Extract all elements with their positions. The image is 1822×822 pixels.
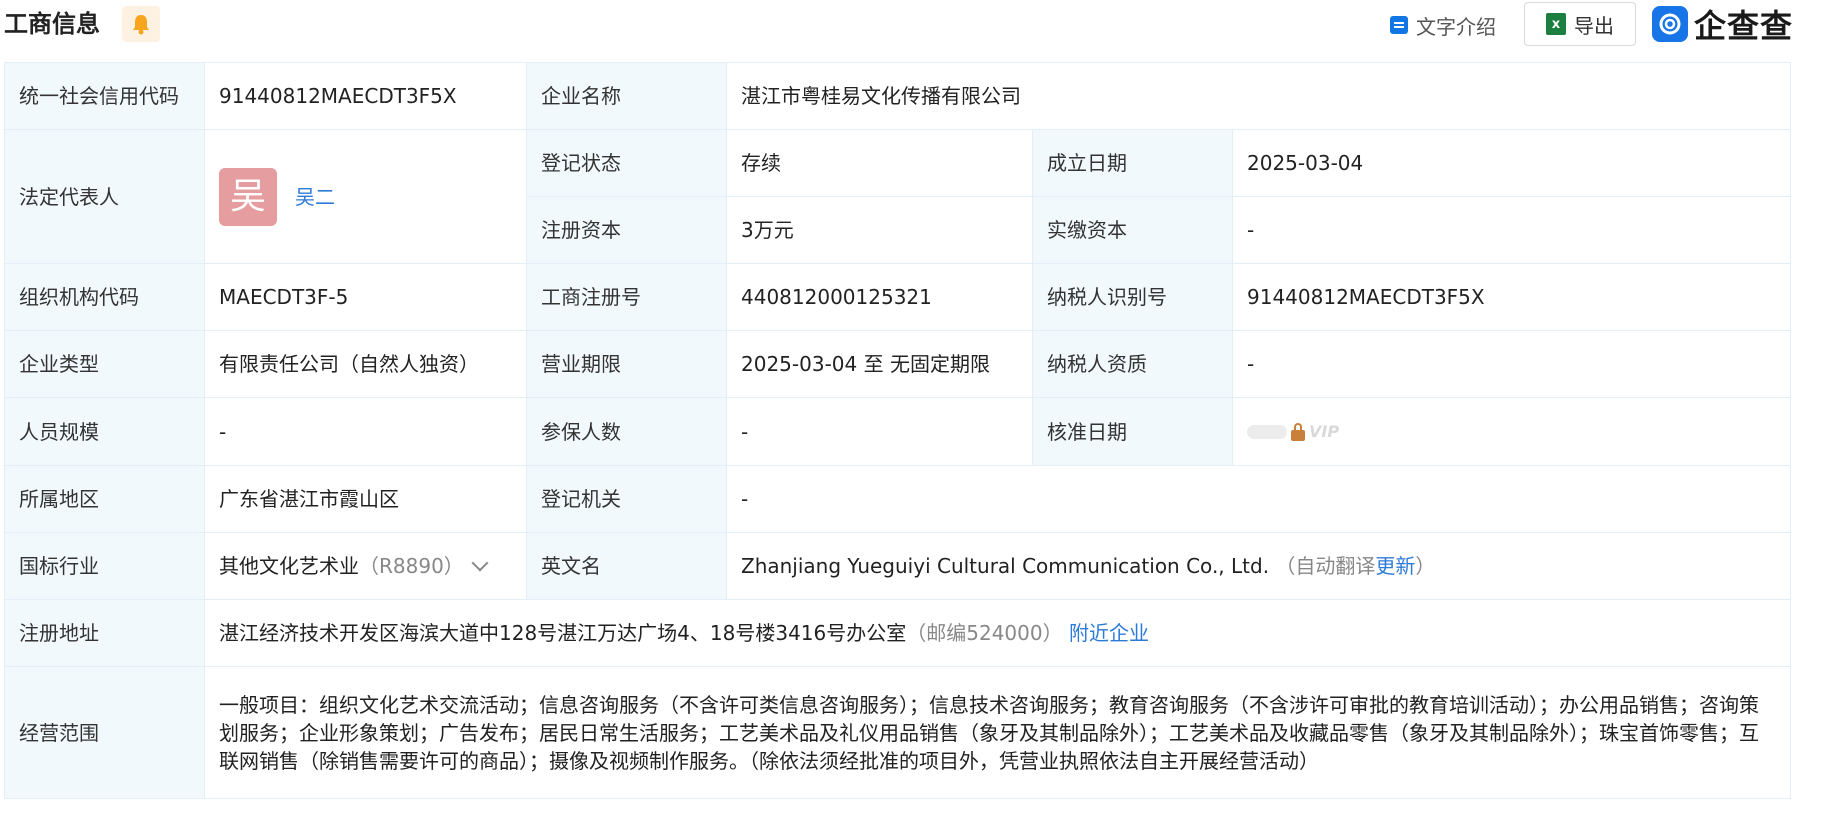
table-row: 所属地区 广东省湛江市霞山区 登记机关 - <box>4 465 1791 533</box>
section-header: 工商信息 文字介绍 x 导出 企查查 <box>0 0 1822 48</box>
taxpayer-qual-label: 纳税人资质 <box>1032 330 1233 398</box>
chevron-down-icon[interactable] <box>471 554 489 572</box>
company-type-label: 企业类型 <box>4 330 205 398</box>
lock-icon <box>1291 422 1305 441</box>
table-row: 企业类型 有限责任公司（自然人独资） 营业期限 2025-03-04 至 无固定… <box>4 330 1791 398</box>
credit-code-label: 统一社会信用代码 <box>4 62 205 130</box>
export-button[interactable]: x 导出 <box>1524 2 1636 46</box>
region-label: 所属地区 <box>4 465 205 533</box>
est-date-label: 成立日期 <box>1032 129 1233 197</box>
biz-term-value: 2025-03-04 至 无固定期限 <box>726 330 1033 398</box>
company-name-label: 企业名称 <box>526 62 727 130</box>
text-intro-label: 文字介绍 <box>1416 14 1496 39</box>
approval-date-label: 核准日期 <box>1032 397 1233 466</box>
section-title: 工商信息 <box>4 10 100 38</box>
reg-status-value: 存续 <box>726 129 1033 197</box>
biz-reg-no-label: 工商注册号 <box>526 263 727 331</box>
blurred-date <box>1247 424 1287 439</box>
biz-reg-no-value: 440812000125321 <box>726 263 1033 331</box>
reg-capital-value: 3万元 <box>726 196 1033 264</box>
legal-rep-link[interactable]: 吴二 <box>295 183 335 211</box>
brand-logo: 企查查 <box>1652 4 1794 45</box>
legal-rep-cell: 吴 吴二 <box>204 129 527 264</box>
reg-authority-value: - <box>726 465 1791 533</box>
industry-label: 国标行业 <box>4 532 205 600</box>
company-name-value: 湛江市粤桂易文化传播有限公司 <box>726 62 1791 130</box>
est-date-value: 2025-03-04 <box>1232 129 1791 197</box>
staff-size-label: 人员规模 <box>4 397 205 466</box>
industry-cell[interactable]: 其他文化艺术业（R8890） <box>204 532 527 600</box>
table-row: 国标行业 其他文化艺术业（R8890） 英文名 Zhanjiang Yuegui… <box>4 532 1791 600</box>
approval-date-value[interactable]: VIP <box>1232 397 1791 466</box>
avatar: 吴 <box>219 167 277 226</box>
staff-size-value: - <box>204 397 527 466</box>
update-translation-link[interactable]: 更新 <box>1375 554 1415 578</box>
qichacha-logo-icon <box>1652 6 1688 42</box>
export-label: 导出 <box>1574 13 1614 38</box>
table-row: 注册地址 湛江经济技术开发区海滨大道中128号湛江万达广场4、18号楼3416号… <box>4 599 1791 667</box>
auto-translate-suffix: ） <box>1415 554 1436 578</box>
text-intro-button[interactable]: 文字介绍 <box>1390 10 1496 40</box>
subscribe-bell-button[interactable] <box>122 6 160 42</box>
nearby-companies-link[interactable]: 附近企业 <box>1069 621 1149 645</box>
scope-label: 经营范围 <box>4 666 205 799</box>
table-row: 组织机构代码 MAECDT3F-5 工商注册号 440812000125321 … <box>4 263 1791 331</box>
business-info-page: 工商信息 文字介绍 x 导出 企查查 统一社会信用代码 91440812MAEC… <box>0 0 1822 822</box>
insured-count-label: 参保人数 <box>526 397 727 466</box>
taxpayer-qual-value: - <box>1232 330 1791 398</box>
address-value: 湛江经济技术开发区海滨大道中128号湛江万达广场4、18号楼3416号办公室 <box>219 621 907 645</box>
credit-code-value: 91440812MAECDT3F5X <box>204 62 527 130</box>
table-row: 法定代表人 吴 吴二 登记状态 存续 成立日期 2025-03-04 <box>4 129 1791 264</box>
table-row: 经营范围 一般项目：组织文化艺术交流活动；信息咨询服务（不含许可类信息咨询服务）… <box>4 666 1791 799</box>
biz-term-label: 营业期限 <box>526 330 727 398</box>
org-code-label: 组织机构代码 <box>4 263 205 331</box>
org-code-value: MAECDT3F-5 <box>204 263 527 331</box>
paid-capital-value: - <box>1232 196 1791 264</box>
bell-icon <box>133 15 149 35</box>
excel-icon: x <box>1546 13 1566 35</box>
industry-value: 其他文化艺术业 <box>219 554 359 578</box>
document-icon <box>1390 16 1408 34</box>
address-label: 注册地址 <box>4 599 205 667</box>
table-row: 人员规模 - 参保人数 - 核准日期 VIP <box>4 397 1791 466</box>
legal-rep-label: 法定代表人 <box>4 129 205 264</box>
auto-translate-prefix: （自动翻译 <box>1275 554 1376 578</box>
business-info-table: 统一社会信用代码 91440812MAECDT3F5X 企业名称 湛江市粤桂易文… <box>4 62 1791 799</box>
english-name-label: 英文名 <box>526 532 727 600</box>
address-cell: 湛江经济技术开发区海滨大道中128号湛江万达广场4、18号楼3416号办公室（邮… <box>204 599 1791 667</box>
reg-status-label: 登记状态 <box>526 129 727 197</box>
vip-locked-value[interactable]: VIP <box>1247 418 1339 446</box>
postcode: （邮编524000） <box>906 621 1063 645</box>
english-name-cell: Zhanjiang Yueguiyi Cultural Communicatio… <box>726 532 1791 600</box>
paid-capital-label: 实缴资本 <box>1032 196 1233 264</box>
table-row: 统一社会信用代码 91440812MAECDT3F5X 企业名称 湛江市粤桂易文… <box>4 62 1791 130</box>
industry-code: （R8890） <box>359 554 464 578</box>
region-value: 广东省湛江市霞山区 <box>204 465 527 533</box>
brand-name: 企查查 <box>1694 7 1794 45</box>
company-type-value: 有限责任公司（自然人独资） <box>204 330 527 398</box>
taxpayer-id-value: 91440812MAECDT3F5X <box>1232 263 1791 331</box>
english-name-value: Zhanjiang Yueguiyi Cultural Communicatio… <box>741 554 1270 578</box>
insured-count-value: - <box>726 397 1033 466</box>
reg-authority-label: 登记机关 <box>526 465 727 533</box>
scope-value: 一般项目：组织文化艺术交流活动；信息咨询服务（不含许可类信息咨询服务）；信息技术… <box>204 666 1791 799</box>
vip-badge: VIP <box>1309 421 1340 441</box>
taxpayer-id-label: 纳税人识别号 <box>1032 263 1233 331</box>
reg-capital-label: 注册资本 <box>526 196 727 264</box>
